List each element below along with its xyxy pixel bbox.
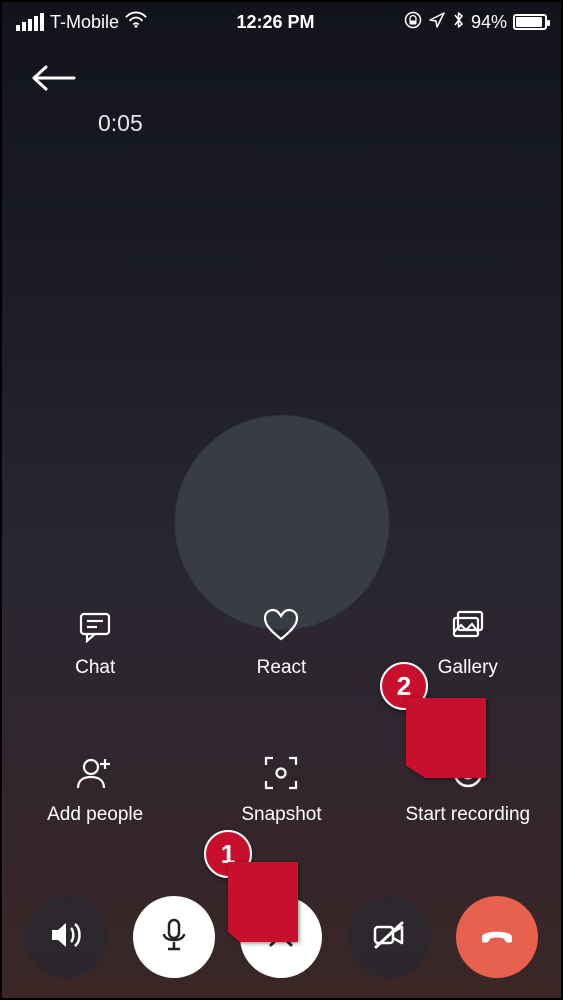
snapshot-label: Snapshot (241, 804, 321, 826)
add-people-button[interactable]: Add people (2, 752, 188, 826)
microphone-icon (154, 915, 194, 960)
record-icon (447, 752, 489, 794)
status-right: 94% (404, 10, 547, 35)
hangup-icon (477, 915, 517, 960)
call-screen: T-Mobile 12:26 PM 94% 0:05 (0, 0, 563, 1000)
clock: 12:26 PM (236, 12, 314, 33)
battery-pct: 94% (471, 12, 507, 33)
speaker-icon (46, 915, 86, 960)
battery-icon (513, 14, 547, 30)
start-recording-label: Start recording (406, 804, 531, 826)
heart-icon (260, 605, 302, 647)
annotation-step-1: 1 (204, 830, 252, 878)
video-off-icon (369, 915, 409, 960)
call-controls (2, 896, 561, 978)
carrier-label: T-Mobile (50, 12, 119, 33)
signal-icon (16, 13, 44, 31)
add-people-label: Add people (47, 804, 143, 826)
annotation-step-2: 2 (380, 662, 428, 710)
react-label: React (257, 657, 307, 679)
bluetooth-icon (452, 10, 465, 35)
call-duration: 0:05 (98, 110, 143, 137)
mute-button[interactable] (133, 896, 215, 978)
actions-row-2: Add people Snapshot Start recording (2, 752, 561, 826)
snapshot-icon (260, 752, 302, 794)
react-button[interactable]: React (188, 605, 374, 679)
orientation-lock-icon (404, 11, 422, 34)
add-people-icon (74, 752, 116, 794)
status-bar: T-Mobile 12:26 PM 94% (2, 2, 561, 42)
annotation-step-1-label: 1 (221, 839, 235, 870)
wifi-icon (125, 11, 147, 34)
status-left: T-Mobile (16, 11, 147, 34)
gallery-icon (447, 605, 489, 647)
gallery-label: Gallery (438, 657, 498, 679)
chat-button[interactable]: Chat (2, 605, 188, 679)
snapshot-button[interactable]: Snapshot (188, 752, 374, 826)
close-menu-button[interactable] (240, 896, 322, 978)
annotation-step-2-label: 2 (397, 671, 411, 702)
close-icon (261, 915, 301, 960)
video-button[interactable] (348, 896, 430, 978)
back-button[interactable] (30, 64, 86, 104)
start-recording-button[interactable]: Start recording (375, 752, 561, 826)
actions-row-1: Chat React Gallery (2, 605, 561, 679)
chat-icon (74, 605, 116, 647)
hangup-button[interactable] (456, 896, 538, 978)
location-icon (428, 11, 446, 34)
speaker-button[interactable] (25, 896, 107, 978)
avatar (174, 415, 389, 630)
chat-label: Chat (75, 657, 115, 679)
